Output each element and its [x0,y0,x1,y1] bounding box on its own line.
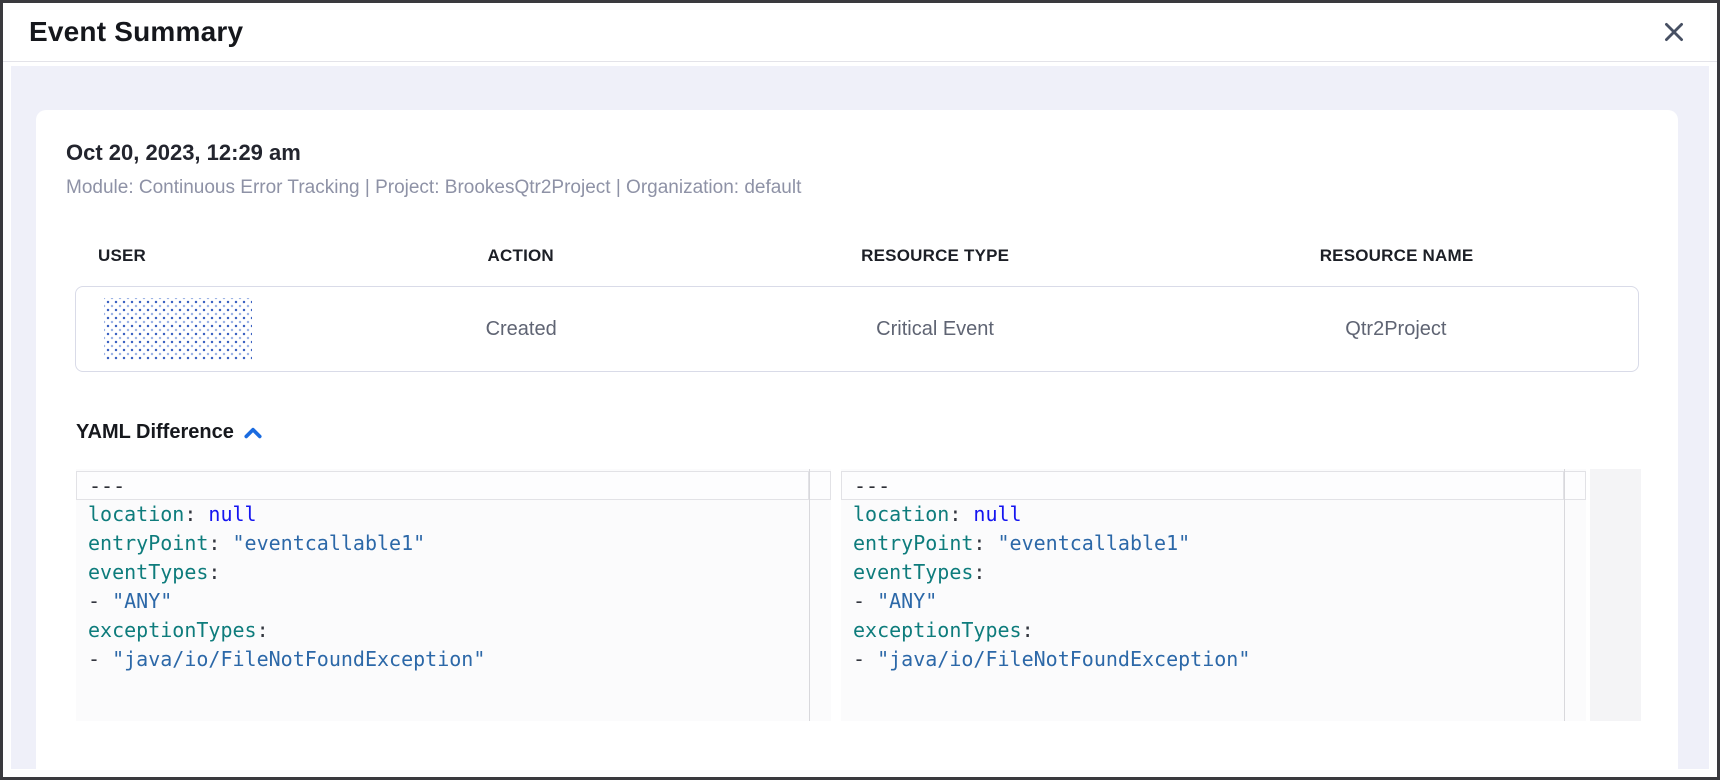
yaml-code-line: --- [76,471,809,500]
yaml-code-line: exceptionTypes: [88,616,801,645]
yaml-difference-label: YAML Difference [76,421,234,444]
yaml-code-line: - "ANY" [88,587,801,616]
yaml-code-line: entryPoint: "eventcallable1" [88,529,801,558]
dialog-header: Event Summary [3,3,1717,62]
user-cell [76,298,326,360]
resource-name-cell: Qtr2Project [1154,318,1638,341]
yaml-code-line: eventTypes: [88,558,801,587]
yaml-panel-right[interactable]: ---location: nullentryPoint: "eventcalla… [841,469,1586,721]
yaml-code-line: location: null [853,500,1556,529]
header-resource-type: RESOURCE TYPE [716,246,1154,266]
event-meta: Module: Continuous Error Tracking | Proj… [66,177,1648,199]
audit-table: USER ACTION RESOURCE TYPE RESOURCE NAME … [75,246,1639,372]
yaml-code-line: eventTypes: [853,558,1556,587]
gutter-highlight [810,471,831,500]
yaml-code-line: - "java/io/FileNotFoundException" [88,645,801,674]
yaml-panel-left[interactable]: ---location: nullentryPoint: "eventcalla… [76,469,831,721]
chevron-up-icon [244,426,262,439]
gutter-highlight [1565,471,1586,500]
header-user: USER [75,246,325,266]
dialog-body-background: Oct 20, 2023, 12:29 am Module: Continuou… [11,66,1709,769]
close-button[interactable] [1657,15,1691,49]
yaml-code-line: entryPoint: "eventcallable1" [853,529,1556,558]
table-row: Created Critical Event Qtr2Project [75,286,1639,372]
redacted-user-pattern [104,298,252,360]
event-card: Oct 20, 2023, 12:29 am Module: Continuou… [36,110,1678,769]
event-summary-dialog: { "dialog": { "title": "Event Summary" }… [0,0,1720,780]
header-resource-name: RESOURCE NAME [1154,246,1639,266]
yaml-code-line: --- [841,471,1564,500]
close-icon [1661,19,1687,45]
table-header-row: USER ACTION RESOURCE TYPE RESOURCE NAME [75,246,1639,266]
resource-type-cell: Critical Event [716,318,1153,341]
yaml-code-line: - "ANY" [853,587,1556,616]
yaml-difference-toggle[interactable]: YAML Difference [76,421,262,444]
yaml-diff-container: ---location: nullentryPoint: "eventcalla… [76,469,1648,721]
yaml-gutter-right [1564,469,1586,721]
yaml-code-line: exceptionTypes: [853,616,1556,645]
scrollbar-track[interactable] [1590,469,1641,721]
yaml-code-area-left: ---location: nullentryPoint: "eventcalla… [76,469,809,721]
yaml-gutter-left [809,469,831,721]
event-timestamp: Oct 20, 2023, 12:29 am [66,140,1648,166]
yaml-code-line: - "java/io/FileNotFoundException" [853,645,1556,674]
dialog-body: Oct 20, 2023, 12:29 am Module: Continuou… [6,66,1714,774]
action-cell: Created [326,318,717,341]
header-action: ACTION [325,246,716,266]
page-title: Event Summary [29,16,243,48]
yaml-code-line: location: null [88,500,801,529]
yaml-code-area-right: ---location: nullentryPoint: "eventcalla… [841,469,1564,721]
